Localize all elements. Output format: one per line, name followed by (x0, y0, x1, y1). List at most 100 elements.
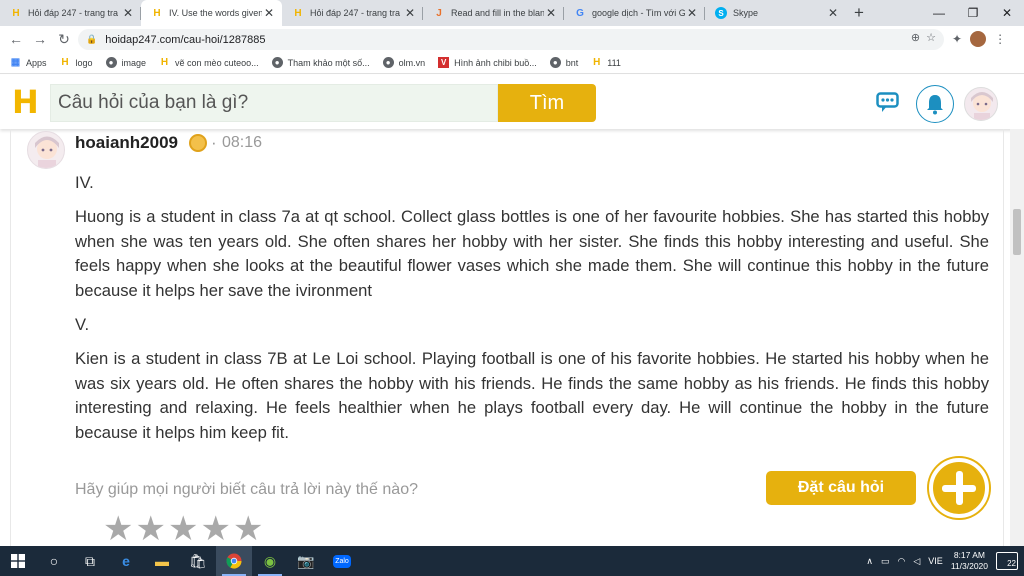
answerer-avatar[interactable] (27, 131, 65, 169)
forward-icon[interactable]: → (28, 27, 52, 51)
separator-dot: · (211, 133, 217, 152)
close-icon[interactable]: ✕ (403, 6, 417, 20)
browser-tab[interactable]: J Read and fill in the blan ✕ (423, 0, 564, 26)
tab-strip: H Hỏi đáp 247 - trang tra ✕ H IV. Use th… (0, 0, 1024, 26)
browser-tab[interactable]: H Hỏi đáp 247 - trang tra ✕ (0, 0, 141, 26)
battery-icon[interactable]: ▭ (881, 556, 890, 567)
menu-icon[interactable]: ⋮ (994, 32, 1006, 46)
notification-bell-button[interactable] (916, 85, 954, 123)
clock[interactable]: 8:17 AM 11/3/2020 (951, 550, 988, 572)
clock-date: 11/3/2020 (950, 561, 988, 571)
star-icon[interactable]: ★ (135, 512, 165, 546)
search-button[interactable]: Tìm (498, 84, 596, 122)
extensions-area: ✦ ⋮ (952, 26, 1006, 52)
bookmark-item[interactable]: Hlogo (60, 57, 92, 68)
bookmark-item[interactable]: H 111 (591, 57, 621, 68)
search-icon[interactable]: ○ (36, 546, 72, 576)
browser-tab[interactable]: H Hỏi đáp 247 - trang tra ✕ (282, 0, 423, 26)
bookmark-label: 111 (607, 57, 621, 68)
bookmark-item[interactable]: ● bnt (549, 57, 579, 68)
bookmark-item[interactable]: ▦ Apps (10, 57, 47, 68)
chrome-icon[interactable] (216, 546, 252, 576)
answer-paragraph: Huong is a student in class 7a at qt sch… (75, 206, 989, 301)
close-icon[interactable]: ✕ (685, 6, 699, 20)
globe-icon: ● (382, 57, 394, 68)
star-icon[interactable]: ★ (168, 512, 198, 546)
wifi-icon[interactable]: ◠ (898, 556, 906, 567)
browser-tab-active[interactable]: H IV. Use the words given ✕ (141, 0, 282, 26)
h-logo-icon: H (294, 7, 302, 19)
h-logo-icon: H (61, 57, 69, 68)
chevron-up-icon[interactable]: ∧ (866, 556, 873, 567)
language-indicator[interactable]: VIE (928, 556, 943, 566)
bookmark-item[interactable]: Hvẽ con mèo cuteoo... (159, 57, 259, 68)
ask-question-button[interactable]: Đặt câu hỏi (766, 471, 916, 505)
close-window-icon[interactable]: ✕ (990, 0, 1024, 26)
notification-count: 22 (1007, 559, 1016, 568)
apps-icon: ▦ (10, 57, 21, 68)
tab-title: Read and fill in the blan (451, 8, 544, 18)
h-logo-icon: H (12, 7, 20, 19)
url-text: hoidap247.com/cau-hoi/1287885 (105, 33, 266, 46)
tab-title: Hỏi đáp 247 - trang tra (28, 8, 119, 18)
bookmark-label: Hình ảnh chibi buồ... (454, 57, 537, 68)
bookmark-label: vẽ con mèo cuteoo... (175, 57, 259, 68)
user-avatar[interactable] (964, 87, 998, 121)
bookmark-item[interactable]: ● Tham khảo một số... (271, 57, 370, 68)
windows-start-icon[interactable] (0, 546, 36, 576)
bookmark-item[interactable]: V Hình ảnh chibi buồ... (438, 57, 537, 68)
chat-icon[interactable] (876, 92, 902, 114)
extensions-icon[interactable]: ✦ (952, 32, 962, 46)
tab-title: Hỏi đáp 247 - trang tra (310, 8, 401, 18)
section-label: V. (75, 314, 90, 334)
bookmark-label: bnt (565, 57, 579, 68)
h-logo-icon: H (593, 57, 601, 68)
camera-icon[interactable]: 📷 (288, 546, 324, 576)
bookmark-label: Tham khảo một số... (287, 57, 370, 68)
back-icon[interactable]: ← (4, 27, 28, 51)
file-explorer-icon[interactable]: ▬ (144, 546, 180, 576)
bookmark-star-icon[interactable]: ☆ (926, 31, 936, 44)
search-input[interactable]: Câu hỏi của bạn là gì? (50, 84, 498, 122)
answerer-username[interactable]: hoaianh2009 (75, 133, 178, 153)
close-icon[interactable]: ✕ (262, 6, 276, 20)
j-logo-icon: J (436, 7, 442, 19)
window-controls: — ❐ ✕ (922, 0, 1024, 26)
volume-icon[interactable]: ◁ (913, 556, 920, 567)
notification-center-icon[interactable]: 22 (996, 552, 1018, 570)
store-icon[interactable]: 🛍 (180, 546, 216, 576)
scrollbar-thumb[interactable] (1013, 209, 1021, 255)
task-view-icon[interactable]: ⧉ (72, 546, 108, 576)
star-icon[interactable]: ★ (103, 512, 133, 546)
reload-icon[interactable]: ↻ (52, 27, 76, 51)
profile-avatar[interactable] (970, 31, 987, 47)
zalo-icon[interactable]: Zalo (324, 546, 360, 576)
star-icon[interactable]: ★ (233, 512, 263, 546)
minimize-icon[interactable]: — (922, 0, 956, 26)
globe-icon: ● (271, 57, 283, 68)
edge-icon[interactable]: e (108, 546, 144, 576)
bookmarks-bar: ▦ Apps Hlogo ● image Hvẽ con mèo cuteoo...… (0, 52, 1024, 74)
restore-icon[interactable]: ❐ (956, 0, 990, 26)
bell-icon (927, 95, 943, 115)
close-icon[interactable]: ✕ (121, 6, 135, 20)
browser-tab[interactable]: G google dịch - Tìm với G ✕ (564, 0, 705, 26)
bookmark-item[interactable]: ● olm.vn (382, 57, 425, 68)
new-tab-button[interactable]: + (846, 0, 872, 26)
site-logo[interactable]: H (12, 86, 39, 118)
tab-title: IV. Use the words given (169, 8, 262, 18)
page-scrollbar[interactable] (1010, 129, 1024, 546)
browser-tab[interactable]: S Skype ✕ (705, 0, 846, 26)
h-logo-icon: H (153, 7, 161, 19)
answer-body: IV. Huong is a student in class 7a at qt… (75, 171, 989, 455)
app-icon[interactable]: ◉ (252, 546, 288, 576)
close-icon[interactable]: ✕ (826, 6, 840, 20)
star-icon[interactable]: ★ (200, 512, 230, 546)
system-tray: ∧ ▭ ◠ ◁ VIE 8:17 AM 11/3/2020 22 (866, 546, 1024, 576)
zoom-icon[interactable]: ⊕ (911, 31, 920, 44)
close-icon[interactable]: ✕ (544, 6, 558, 20)
chibi-avatar-image (971, 92, 993, 120)
plus-icon[interactable] (929, 458, 989, 518)
address-bar[interactable]: 🔒 hoidap247.com/cau-hoi/1287885 ⊕ ☆ (78, 29, 944, 50)
bookmark-item[interactable]: ● image (105, 57, 146, 68)
